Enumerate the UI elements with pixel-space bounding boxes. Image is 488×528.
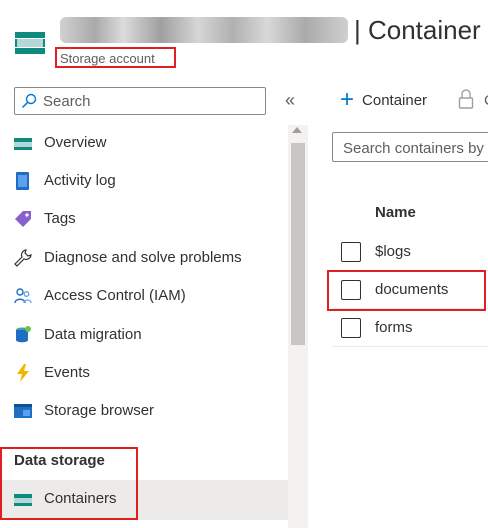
sidebar-item-label: Activity log	[44, 172, 116, 189]
sidebar: « Overview Activity log Tags Diagnose an…	[0, 80, 310, 528]
column-header-name[interactable]: Name	[375, 204, 416, 221]
sidebar-scrollbar[interactable]	[288, 125, 308, 528]
container-search[interactable]	[332, 132, 488, 162]
overview-icon	[14, 138, 32, 150]
container-name[interactable]: $logs	[375, 243, 411, 260]
row-checkbox[interactable]	[341, 242, 361, 262]
sidebar-item-events[interactable]: Events	[0, 355, 288, 391]
container-name[interactable]: documents	[375, 281, 448, 298]
sidebar-item-label: Containers	[44, 490, 117, 507]
sidebar-item-label: Data migration	[44, 326, 142, 343]
lightning-icon	[17, 364, 29, 382]
title-row: | Container	[60, 12, 481, 48]
activity-log-icon	[16, 172, 29, 190]
table-row[interactable]: $logs	[332, 233, 488, 271]
sidebar-item-overview[interactable]: Overview	[0, 125, 288, 161]
sidebar-item-diagnose[interactable]: Diagnose and solve problems	[0, 240, 288, 276]
storage-browser-icon	[14, 404, 32, 418]
sidebar-item-label: Diagnose and solve problems	[44, 249, 242, 266]
sidebar-item-label: Storage browser	[44, 402, 155, 419]
tag-icon	[15, 211, 31, 227]
table-row[interactable]: forms	[332, 309, 488, 347]
add-container-button[interactable]: + Container	[340, 88, 427, 112]
scrollbar-thumb[interactable]	[291, 143, 305, 345]
sidebar-item-activity-log[interactable]: Activity log	[0, 163, 288, 199]
sidebar-item-access-control[interactable]: Access Control (IAM)	[0, 278, 288, 314]
sidebar-item-label: Tags	[44, 210, 76, 227]
lock-icon[interactable]	[458, 89, 474, 109]
row-checkbox[interactable]	[341, 280, 361, 300]
sidebar-item-label: Events	[44, 364, 90, 381]
sidebar-item-label: Overview	[44, 134, 107, 151]
sidebar-item-storage-browser[interactable]: Storage browser	[0, 393, 288, 429]
sidebar-item-data-migration[interactable]: Data migration	[0, 317, 288, 353]
sidebar-item-tags[interactable]: Tags	[0, 201, 288, 237]
add-container-label: Container	[362, 91, 428, 109]
sidebar-search-input[interactable]	[43, 91, 261, 111]
page-title: | Container	[354, 14, 481, 45]
container-name[interactable]: forms	[375, 319, 413, 336]
toolbar-truncated-label[interactable]: C	[484, 92, 488, 109]
scroll-up-icon[interactable]	[292, 127, 302, 133]
plus-icon: +	[340, 86, 355, 113]
containers-icon	[14, 494, 32, 506]
redacted-account-name	[60, 17, 348, 43]
subtitle-highlight: Storage account	[55, 47, 176, 68]
people-icon	[14, 288, 32, 304]
sidebar-item-containers[interactable]: Containers	[0, 481, 288, 517]
toolbar: + Container C	[320, 80, 488, 120]
search-icon	[21, 93, 37, 109]
section-header-data-storage: Data storage	[14, 452, 105, 469]
row-checkbox[interactable]	[341, 318, 361, 338]
page-subtitle: Storage account	[60, 51, 155, 66]
data-migration-icon	[16, 326, 31, 343]
sidebar-item-label: Access Control (IAM)	[44, 287, 186, 304]
table-row[interactable]: documents	[332, 271, 488, 309]
page-header: | Container Storage account	[0, 0, 488, 72]
wrench-icon	[14, 249, 32, 267]
container-search-input[interactable]	[343, 138, 488, 158]
main-content: + Container C Name $logs documents forms	[320, 80, 488, 528]
collapse-sidebar-button[interactable]: «	[280, 88, 300, 112]
sidebar-search[interactable]	[14, 87, 266, 115]
storage-container-icon	[15, 32, 45, 54]
